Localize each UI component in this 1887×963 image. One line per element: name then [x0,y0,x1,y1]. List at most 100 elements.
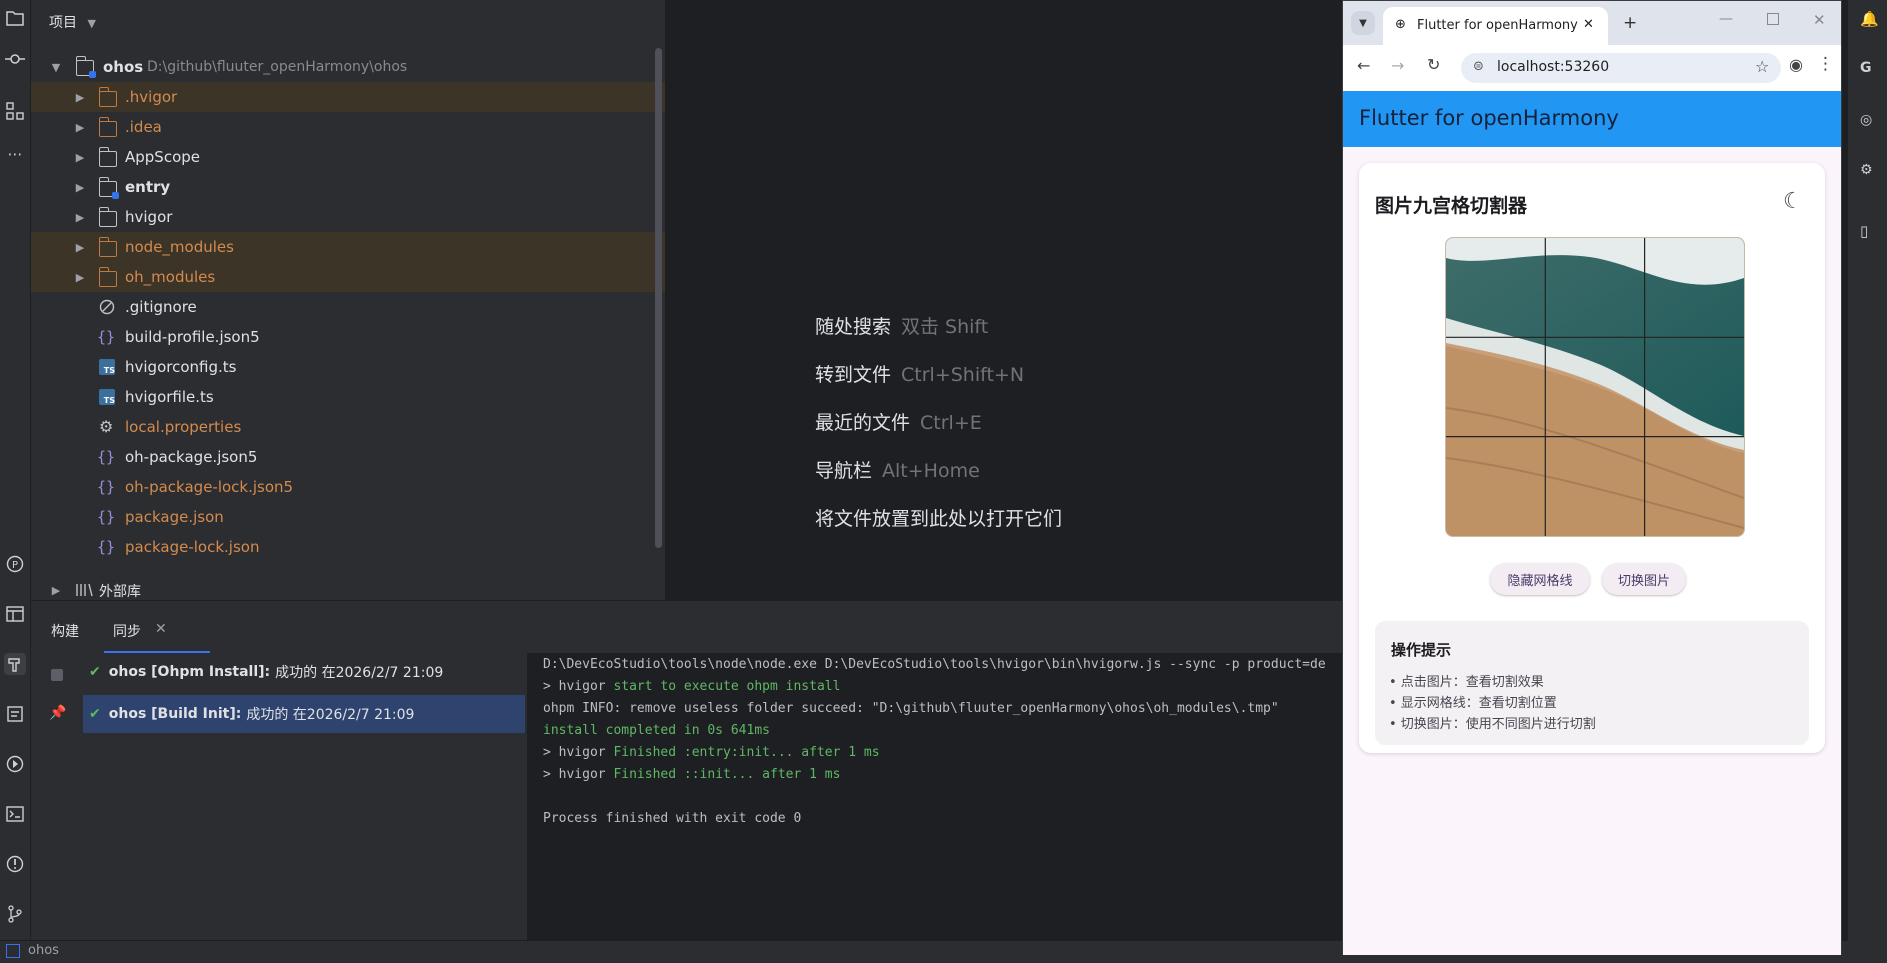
device-icon[interactable]: ▯ [1860,222,1868,240]
tab-build[interactable]: 构建 [51,621,79,641]
tree-item-hvigor[interactable]: ▶ hvigor [31,202,665,232]
terminal-icon[interactable] [4,803,26,825]
app-bar: Flutter for openHarmony [1343,91,1841,147]
tree-item-hvigorfile-ts[interactable]: TS hvigorfile.ts [31,382,665,412]
more-icon[interactable]: ⋯ [4,143,26,165]
project-folder-icon[interactable] [4,7,26,29]
hint-action: 随处搜索 [815,316,892,338]
tree-item-gitignore[interactable]: .gitignore [31,292,665,322]
profile-icon[interactable]: ◉ [1789,55,1803,74]
hint-shortcut: Alt+Home [882,460,980,482]
browser-toolbar: ← → ↻ ⊜ localhost:53260 ☆ ◉ ⋮ [1343,45,1841,91]
chevron-right-icon[interactable]: ▶ [73,240,87,254]
ts-file-icon: TS [99,359,115,375]
menu-icon[interactable]: ⋮ [1817,54,1834,74]
build-console-output[interactable]: D:\DevEcoStudio\tools\node\node.exe D:\D… [527,653,1342,941]
status-project-name[interactable]: ohos [28,943,59,958]
git-icon[interactable] [4,903,26,925]
structure-icon[interactable] [4,100,26,122]
tree-item-hvigor[interactable]: ▶ .hvigor [31,82,665,112]
project-header[interactable]: 项目 ▼ [49,12,96,32]
switch-image-button[interactable]: 切换图片 [1602,563,1686,595]
stop-icon[interactable] [51,669,63,681]
build-item-title: ohos [Ohpm Install]: [108,664,271,680]
console-line: > hvigor Finished ::init... after 1 ms [543,767,840,782]
tree-item-label: .hvigor [125,88,178,106]
tree-item-entry[interactable]: ▶ entry [31,172,665,202]
console-line: > hvigor start to execute ohpm install [543,679,840,694]
tree-item-package-json[interactable]: {} package.json [31,502,665,532]
tips-box: 操作提示 • 点击图片：查看切割效果 • 显示网格线：查看切割位置 • 切换图片… [1375,621,1809,745]
external-libs-label: 外部库 [99,584,141,600]
tree-root-name: ohos [103,58,144,76]
tree-item-oh-package-lock-json5[interactable]: {} oh-package-lock.json5 [31,472,665,502]
profiler-icon[interactable]: P [4,553,26,575]
plugin-icon[interactable]: ⚙ [1860,162,1873,178]
tree-item-label: node_modules [125,238,234,256]
console-line: > hvigor Finished :entry:init... after 1… [543,745,880,760]
assistant-icon[interactable]: ◎ [1860,112,1872,128]
check-icon: ✔ [89,664,101,680]
reload-icon[interactable]: ↻ [1427,55,1440,74]
build-item-selected[interactable]: ✔ ohos [Build Init]: 成功的 在2026/2/7 21:09 [83,695,525,733]
module-folder-icon [75,56,96,78]
ts-file-icon: TS [99,389,115,405]
tree-item-node-modules[interactable]: ▶ node_modules [31,232,665,262]
problems-icon[interactable] [4,853,26,875]
new-tab-icon[interactable]: + [1623,13,1637,33]
site-info-icon[interactable]: ⊜ [1473,59,1484,74]
build-item[interactable]: ✔ ohos [Ohpm Install]: 成功的 在2026/2/7 21:… [83,653,525,691]
tab-search-icon[interactable]: ▼ [1351,11,1375,35]
todo-icon[interactable] [4,703,26,725]
tree-item-label: oh-package.json5 [125,448,258,466]
chevron-right-icon[interactable]: ▶ [73,120,87,134]
project-header-label: 项目 [49,15,77,31]
layout-icon[interactable] [4,603,26,625]
hide-grid-button[interactable]: 隐藏网格线 [1490,563,1590,595]
tree-item-idea[interactable]: ▶ .idea [31,112,665,142]
browser-tab[interactable]: ⊕ Flutter for openHarmony ✕ [1383,7,1608,45]
commit-icon[interactable] [4,48,26,70]
maximize-icon[interactable] [1767,13,1779,25]
run-icon[interactable] [4,753,26,775]
tree-item-appscope[interactable]: ▶ AppScope [31,142,665,172]
chevron-right-icon[interactable]: ▶ [73,180,87,194]
hint-action: 导航栏 [815,460,873,482]
pin-icon[interactable]: 📌 [49,705,66,721]
address-url: localhost:53260 [1497,59,1610,75]
bookmark-star-icon[interactable]: ☆ [1755,57,1769,76]
chevron-down-icon[interactable]: ▼ [49,60,63,74]
console-text: Process finished with exit code 0 [543,811,802,826]
tree-item-local-properties[interactable]: ⚙ local.properties [31,412,665,442]
tree-item-build-profile-json5[interactable]: {} build-profile.json5 [31,322,665,352]
tree-item-oh-package-json5[interactable]: {} oh-package.json5 [31,442,665,472]
moon-icon[interactable]: ☾ [1783,189,1803,214]
forward-icon[interactable]: → [1391,56,1404,75]
build-hammer-icon[interactable] [4,653,26,675]
chevron-right-icon[interactable]: ▶ [73,90,87,104]
console-line: Process finished with exit code 0 [543,811,801,826]
build-tabs: 构建 同步 ✕ [31,601,1342,654]
chevron-right-icon[interactable]: ▶ [73,210,87,224]
project-scrollbar[interactable] [655,48,662,548]
tree-item-package-lock-json[interactable]: {} package-lock.json [31,532,665,562]
back-icon[interactable]: ← [1357,56,1370,75]
notifications-icon[interactable]: 🔔 [1860,10,1879,28]
console-prefix: > hvigor [543,767,614,782]
close-window-icon[interactable]: ✕ [1813,11,1826,29]
chevron-right-icon[interactable]: ▶ [73,270,87,284]
address-bar[interactable]: ⊜ localhost:53260 ☆ [1461,53,1781,83]
tab-sync[interactable]: 同步 [113,621,141,641]
tree-item-oh-modules[interactable]: ▶ oh_modules [31,262,665,292]
tree-item-hvigorconfig-ts[interactable]: TS hvigorconfig.ts [31,352,665,382]
minimize-icon[interactable]: — [1719,11,1733,27]
close-icon[interactable]: ✕ [1583,17,1594,32]
svg-text:P: P [12,560,18,571]
gemini-icon[interactable]: G [1860,60,1872,76]
puzzle-image[interactable] [1445,237,1745,537]
close-icon[interactable]: ✕ [155,621,167,637]
tree-root-row[interactable]: ▼ ohos D:\github\fluuter_openHarmony\oho… [31,52,665,82]
chevron-right-icon[interactable]: ▶ [73,150,87,164]
chevron-right-icon[interactable]: ▶ [49,583,63,597]
tip-item: • 点击图片：查看切割效果 [1389,675,1544,690]
